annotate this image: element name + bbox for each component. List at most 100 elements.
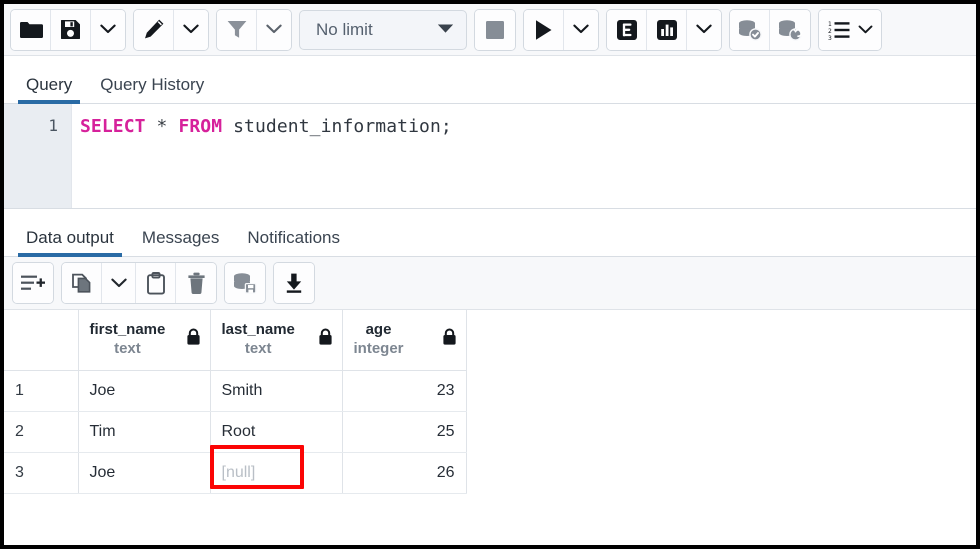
macros-button[interactable]: 1 2 3 bbox=[819, 10, 881, 50]
cell-last-name[interactable]: Smith bbox=[210, 370, 342, 411]
delete-row-button[interactable] bbox=[176, 263, 216, 303]
save-file-button[interactable] bbox=[51, 10, 91, 50]
result-grid-container: first_name text bbox=[4, 310, 976, 535]
tab-query-history-label: Query History bbox=[100, 75, 204, 94]
play-triangle-icon bbox=[534, 19, 553, 41]
tab-query-history[interactable]: Query History bbox=[86, 76, 218, 103]
execute-button-group bbox=[523, 9, 599, 51]
lock-icon bbox=[186, 328, 201, 351]
copy-dropdown-button[interactable] bbox=[102, 263, 136, 303]
add-row-icon bbox=[20, 273, 46, 293]
edit-dropdown-button[interactable] bbox=[174, 10, 208, 50]
paste-button[interactable] bbox=[136, 263, 176, 303]
chevron-down-icon bbox=[573, 24, 589, 35]
copy-button[interactable] bbox=[62, 263, 102, 303]
save-dropdown-button[interactable] bbox=[91, 10, 125, 50]
explain-analyze-button[interactable] bbox=[647, 10, 687, 50]
row-limit-select[interactable]: No limit bbox=[299, 10, 467, 50]
add-row-group bbox=[12, 262, 54, 304]
cell-age[interactable]: 25 bbox=[342, 411, 466, 452]
filter-dropdown-button[interactable] bbox=[257, 10, 291, 50]
result-grid: first_name text bbox=[4, 310, 467, 494]
open-file-button[interactable] bbox=[11, 10, 51, 50]
row-number-cell[interactable]: 3 bbox=[4, 452, 78, 493]
cell-last-name[interactable]: Root bbox=[210, 411, 342, 452]
database-save-icon bbox=[232, 272, 258, 294]
cell-first-name[interactable]: Joe bbox=[78, 452, 210, 493]
lock-icon bbox=[318, 328, 333, 351]
save-floppy-icon bbox=[60, 19, 81, 40]
tab-notifications[interactable]: Notifications bbox=[233, 229, 354, 256]
cell-age[interactable]: 26 bbox=[342, 452, 466, 493]
download-button[interactable] bbox=[274, 263, 314, 303]
row-number: 3 bbox=[4, 453, 78, 493]
transaction-button-group bbox=[729, 9, 811, 51]
add-row-button[interactable] bbox=[13, 263, 53, 303]
sql-editor[interactable]: 1 SELECT * FROM student_information; bbox=[4, 104, 976, 209]
explain-e-icon bbox=[616, 19, 638, 41]
pencil-icon bbox=[142, 18, 165, 41]
grid-header-row: first_name text bbox=[4, 310, 466, 370]
chevron-down-icon bbox=[100, 24, 116, 35]
folder-open-icon bbox=[19, 20, 43, 40]
cell-value: Root bbox=[211, 412, 342, 452]
paste-clipboard-icon bbox=[146, 272, 166, 295]
column-type: text bbox=[222, 340, 295, 359]
table-row[interactable]: 1 Joe Smith 23 bbox=[4, 370, 466, 411]
lock-icon bbox=[442, 328, 457, 351]
column-header-last-name[interactable]: last_name text bbox=[210, 310, 342, 370]
explain-button-group bbox=[606, 9, 722, 51]
file-button-group bbox=[10, 9, 126, 51]
chevron-down-icon bbox=[437, 21, 454, 39]
explain-dropdown-button[interactable] bbox=[687, 10, 721, 50]
cell-age[interactable]: 23 bbox=[342, 370, 466, 411]
cell-value: 25 bbox=[343, 412, 466, 452]
rollback-button[interactable] bbox=[770, 10, 810, 50]
commit-button[interactable] bbox=[730, 10, 770, 50]
tab-query-label: Query bbox=[26, 75, 72, 94]
table-row[interactable]: 2 Tim Root 25 bbox=[4, 411, 466, 452]
save-data-button[interactable] bbox=[225, 263, 265, 303]
tab-messages-label: Messages bbox=[142, 228, 219, 247]
cell-last-name-null[interactable]: [null] bbox=[210, 452, 342, 493]
explain-button[interactable] bbox=[607, 10, 647, 50]
numbered-list-icon: 1 2 3 bbox=[828, 20, 854, 40]
tab-data-output[interactable]: Data output bbox=[12, 229, 128, 256]
tab-query[interactable]: Query bbox=[12, 76, 86, 103]
database-undo-icon bbox=[777, 19, 803, 41]
edit-button[interactable] bbox=[134, 10, 174, 50]
tab-messages[interactable]: Messages bbox=[128, 229, 233, 256]
edit-button-group bbox=[133, 9, 209, 51]
cell-value: Smith bbox=[211, 371, 342, 411]
row-number: 2 bbox=[4, 412, 78, 452]
cell-value: Joe bbox=[79, 371, 210, 411]
sql-code-area[interactable]: SELECT * FROM student_information; bbox=[72, 104, 976, 208]
chevron-down-icon bbox=[183, 24, 199, 35]
sql-token-star: * bbox=[146, 116, 179, 137]
column-header-age[interactable]: age integer bbox=[342, 310, 466, 370]
stop-button-group bbox=[474, 9, 516, 51]
download-arrow-icon bbox=[283, 272, 305, 294]
query-tool-toolbar: No limit bbox=[4, 4, 976, 56]
column-name: first_name bbox=[90, 321, 166, 340]
row-number: 1 bbox=[4, 371, 78, 411]
filter-button[interactable] bbox=[217, 10, 257, 50]
tab-data-output-label: Data output bbox=[26, 228, 114, 247]
row-limit-value: No limit bbox=[316, 20, 373, 40]
chevron-down-icon bbox=[111, 278, 127, 289]
execute-dropdown-button[interactable] bbox=[564, 10, 598, 50]
chevron-down-icon bbox=[858, 25, 873, 35]
svg-text:2: 2 bbox=[828, 28, 832, 35]
row-number-cell[interactable]: 2 bbox=[4, 411, 78, 452]
cell-first-name[interactable]: Joe bbox=[78, 370, 210, 411]
copy-icon bbox=[71, 272, 93, 294]
column-type: integer bbox=[354, 340, 404, 359]
row-number-cell[interactable]: 1 bbox=[4, 370, 78, 411]
column-header-first-name[interactable]: first_name text bbox=[78, 310, 210, 370]
cell-first-name[interactable]: Tim bbox=[78, 411, 210, 452]
funnel-icon bbox=[226, 19, 248, 40]
table-row[interactable]: 3 Joe [null] 26 bbox=[4, 452, 466, 493]
stop-query-button[interactable] bbox=[475, 10, 515, 50]
execute-query-button[interactable] bbox=[524, 10, 564, 50]
bar-chart-icon bbox=[656, 19, 678, 41]
